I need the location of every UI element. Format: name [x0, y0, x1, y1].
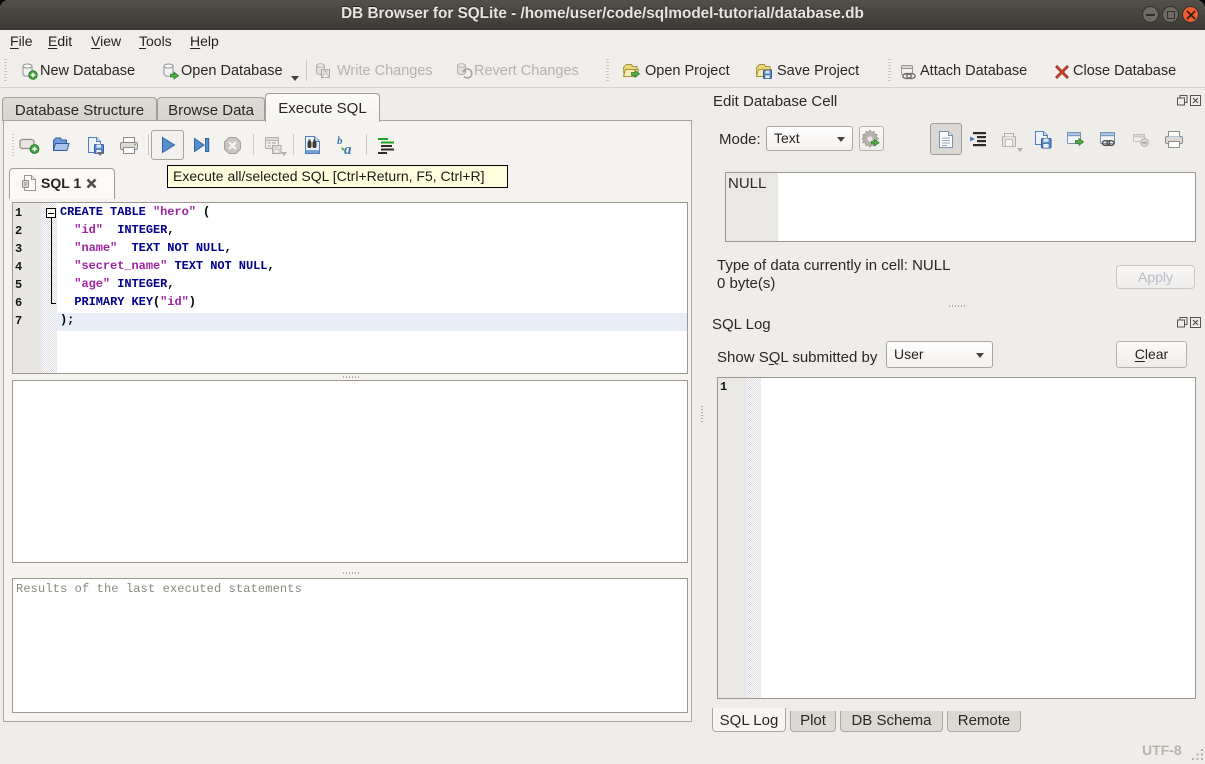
svg-text:b: b	[337, 135, 343, 147]
svg-text:a: a	[344, 142, 352, 156]
